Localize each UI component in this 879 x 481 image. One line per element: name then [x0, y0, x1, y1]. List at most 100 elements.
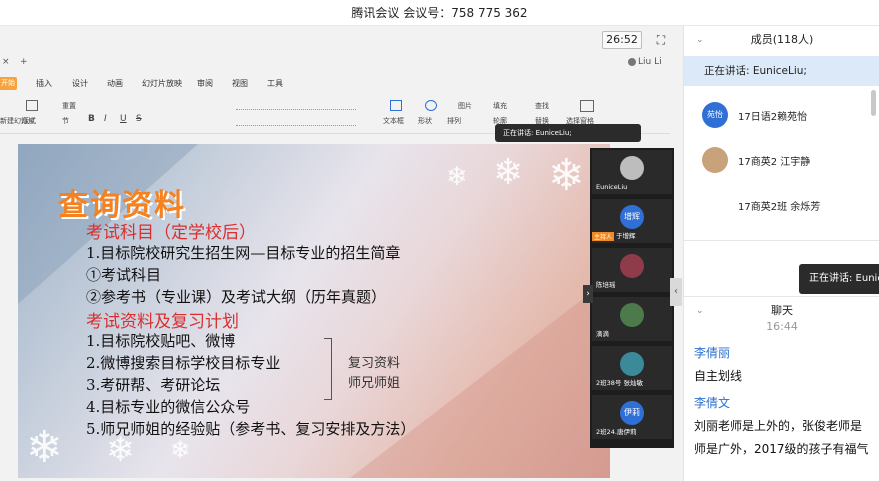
video-tile[interactable]: 增辉 主持人 于增辉 [592, 199, 672, 243]
video-tile[interactable]: 2班38号 张灿敏 [592, 346, 672, 390]
slide-bracket [324, 338, 332, 400]
avatar [620, 156, 644, 180]
participant-name: 陈培瑶 [596, 281, 616, 289]
textbox-button[interactable]: 文本框 [383, 116, 404, 126]
slide-bullet: 1.目标院校研究生招生网—目标专业的招生简章 [86, 244, 401, 262]
section-button[interactable]: 节 [62, 116, 69, 126]
member-name: 17日语2赖苑怡 [738, 112, 808, 123]
snowflake-icon: ❄ [548, 150, 585, 201]
find-button[interactable]: 查找 [535, 101, 549, 111]
tab-design[interactable]: 设计 [72, 78, 88, 89]
tab-review[interactable]: 审阅 [197, 78, 213, 89]
strikethrough-button[interactable]: S [136, 114, 142, 124]
member-name: 17商英2班 余烁芳 [738, 202, 821, 213]
tab-slideshow[interactable]: 幻灯片放映 [142, 78, 182, 89]
side-panel: ⌄ 成员(118人) 正在讲话: EuniceLiu; 苑怡 17日语2赖苑怡 … [683, 26, 879, 481]
user-name: Liu Li [638, 57, 662, 67]
presentation-slide: ❄ ❄ ❄ ❄ ❄ ❄ 查询资料 考试科目（定学校后） 1.目标院校研究生招生网… [18, 144, 610, 478]
members-title: 成员(118人) [750, 33, 814, 46]
tab-insert[interactable]: 插入 [36, 78, 52, 89]
layout-icon [26, 100, 38, 111]
collapse-panel-icon[interactable]: ‹ [670, 278, 682, 306]
chat-title: 聊天 [771, 304, 793, 317]
window-title: 腾讯会议 会议号：758 775 362 [351, 6, 528, 20]
video-tile[interactable]: 陈培瑶 [592, 248, 672, 292]
avatar [620, 254, 644, 278]
slide-side-note: 复习资料 [348, 356, 401, 371]
participant-name: 2班38号 张灿敏 [596, 379, 643, 387]
member-name: 17商英2 江宇静 [738, 157, 811, 168]
document-tab-row: × + Liu Li [0, 56, 670, 71]
slide-section-heading: 考试科目（定学校后） [86, 223, 256, 243]
snowflake-icon: ❄ [446, 162, 468, 192]
speaking-indicator: 正在讲话: EuniceLiu; [495, 124, 641, 142]
tab-view[interactable]: 视图 [232, 78, 248, 89]
members-header[interactable]: ⌄ 成员(118人) [684, 26, 879, 54]
shape-icon [425, 100, 437, 111]
tab-start[interactable]: 开始 [0, 77, 17, 90]
chat-message: 刘丽老师是上外的，张俊老师是 [694, 419, 863, 433]
avatar [620, 352, 644, 376]
tab-animation[interactable]: 动画 [107, 78, 123, 89]
collapse-video-strip-icon[interactable]: › [583, 285, 593, 303]
snowflake-icon: ❄ [26, 422, 63, 473]
tab-tools[interactable]: 工具 [267, 78, 283, 89]
avatar: 伊莉 [620, 401, 644, 425]
slide-bullet: ②参考书（专业课）及考试大纲（历年真题） [86, 288, 387, 306]
chevron-down-icon[interactable]: ⌄ [696, 26, 704, 54]
layout-button[interactable]: 版式 [22, 116, 36, 126]
chat-message: 自主划线 [694, 369, 743, 383]
arrange-button[interactable]: 排列 [447, 116, 461, 126]
member-item[interactable]: 17商英2班 余烁芳 [684, 190, 879, 220]
textbox-icon [390, 100, 402, 111]
panel-divider [684, 240, 879, 241]
bold-button[interactable]: B [88, 114, 95, 124]
user-account[interactable]: Liu Li [628, 57, 662, 67]
member-item[interactable]: 苑怡 17日语2赖苑怡 [684, 100, 879, 130]
avatar [620, 303, 644, 327]
member-item[interactable]: 17商英2 江宇静 [684, 145, 879, 175]
slide-bullet: 2.微博搜索目标学校目标专业 [86, 354, 281, 372]
slide-section-heading: 考试资料及复习计划 [86, 312, 239, 332]
slide-bullet: ①考试科目 [86, 266, 162, 284]
underline-button[interactable]: U [120, 114, 127, 124]
fill-button[interactable]: 填充 [493, 101, 507, 111]
slide-bullet: 3.考研帮、考研论坛 [86, 376, 221, 394]
participant-name: 于增辉 [616, 232, 636, 240]
slide-bullet: 5.师兄师姐的经验贴（参考书、复习安排及方法） [86, 420, 416, 438]
chat-sender: 李倩文 [694, 396, 731, 410]
participant-name: 滴滴 [596, 330, 609, 338]
user-avatar-icon [628, 58, 636, 66]
paragraph-controls[interactable] [236, 100, 356, 110]
video-strip: EuniceLiu 增辉 主持人 于增辉 陈培瑶 滴滴 2班38号 张灿敏 伊莉… [590, 148, 674, 448]
video-tile[interactable]: 滴滴 [592, 297, 672, 341]
meeting-timer: 26:52 [602, 31, 642, 49]
picture-button[interactable]: 图片 [458, 101, 472, 111]
fullscreen-icon[interactable]: ⛶ [652, 31, 670, 49]
avatar: 增辉 [620, 205, 644, 229]
host-badge: 主持人 [592, 232, 615, 241]
slide-bullet: 1.目标院校贴吧、微博 [86, 332, 236, 350]
slide-bullet: 4.目标专业的微信公众号 [86, 398, 251, 416]
avatar [702, 147, 728, 173]
participant-name: EuniceLiu [596, 183, 628, 191]
avatar: 苑怡 [702, 102, 728, 128]
select-pane-icon [580, 100, 594, 112]
members-now-speaking: 正在讲话: EuniceLiu; [684, 56, 879, 86]
chat-sender: 李倩丽 [694, 346, 731, 360]
snowflake-icon: ❄ [493, 152, 524, 193]
participant-name: 2班24.唐伊莉 [596, 428, 637, 436]
italic-button[interactable]: I [104, 114, 107, 124]
tab-add-icon[interactable]: + [20, 57, 28, 67]
slide-side-note: 师兄师姐 [348, 376, 401, 391]
shape-button[interactable]: 形状 [418, 116, 432, 126]
ribbon-tabs: 开始 插入 设计 动画 幻灯片放映 审阅 视图 工具 [0, 76, 670, 92]
video-tile[interactable]: 伊莉 2班24.唐伊莉 [592, 395, 672, 439]
alignment-controls[interactable] [236, 116, 356, 126]
speaking-tooltip: 正在讲话: Eunic [799, 264, 879, 294]
window-title-bar: 腾讯会议 会议号：758 775 362 [0, 0, 879, 26]
chat-timestamp: 16:44 [766, 320, 798, 333]
tab-close-icon[interactable]: × [2, 57, 10, 67]
reset-button[interactable]: 重置 [62, 101, 76, 111]
video-tile[interactable]: EuniceLiu [592, 150, 672, 194]
